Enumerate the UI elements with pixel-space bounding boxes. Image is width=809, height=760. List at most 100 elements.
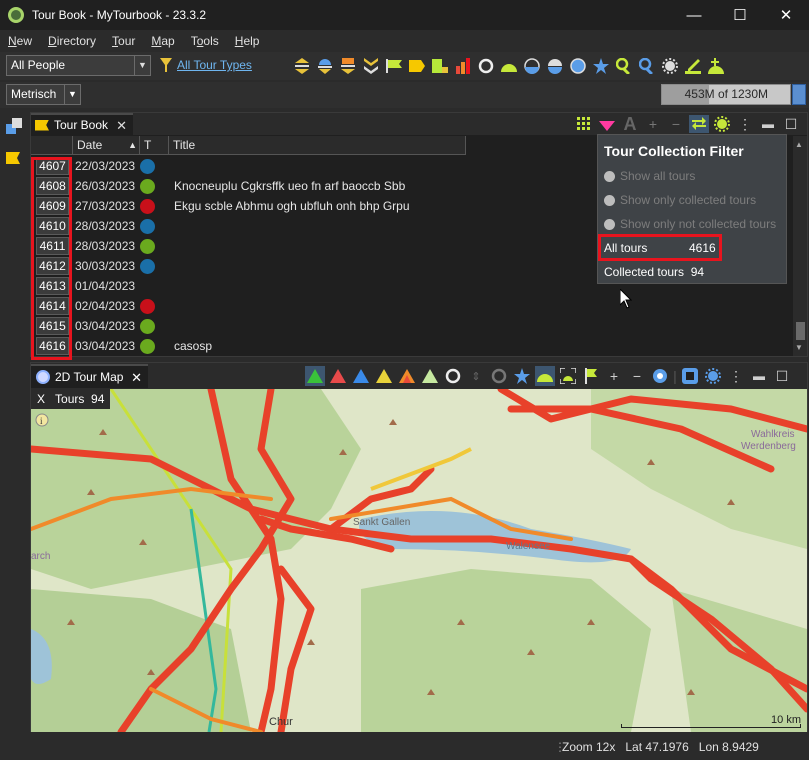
zoom-out-icon[interactable]: − [627,366,647,386]
minus-icon[interactable]: − [666,115,686,133]
tab-2d-tour-map[interactable]: 2D Tour Map ✕ [31,364,148,388]
search-icon[interactable] [637,56,657,76]
vertical-scrollbar[interactable]: ▲ ▼ [793,136,807,356]
graph-altitude-icon[interactable] [305,366,325,386]
half-circle-icon[interactable] [522,56,542,76]
map-canvas[interactable]: Sankt Gallen Walensee Wahlkreis Werdenbe… [31,389,807,732]
measurement-select[interactable]: Metrisch ▼ [6,84,81,105]
table-row[interactable]: 4616 03/04/2023 casosp [31,336,791,356]
graph-gradient-icon[interactable] [397,366,417,386]
search-marker-icon[interactable] [614,56,634,76]
tour-type-filter-icon[interactable] [160,58,172,72]
sync-slider-icon[interactable]: ⇕ [466,366,486,386]
sync-tour-icon[interactable] [581,366,601,386]
zoom-in-icon[interactable]: + [604,366,624,386]
radio-icon [604,170,615,182]
marker-icon[interactable] [430,56,450,76]
tab-tour-book[interactable]: Tour Book ✕ [31,113,133,135]
radio-show-collected[interactable]: Show only collected tours [604,193,756,207]
column-type[interactable]: T [140,136,169,155]
place-label: Wahlkreis [751,429,795,440]
gear-icon[interactable] [712,115,732,133]
tour-table-header: Date ▲ T Title [31,136,466,155]
secondary-toolbar: Metrisch ▼ 453M of 1230M [0,82,809,108]
zoom-fit-icon[interactable] [558,366,578,386]
column-title[interactable]: Title [169,136,466,155]
graph-pulse-icon[interactable] [328,366,348,386]
scroll-down-icon[interactable]: ▼ [795,343,803,352]
minimize-button[interactable]: — [671,0,717,30]
close-icon[interactable]: ✕ [131,370,142,386]
statistics-icon[interactable] [453,56,473,76]
maximize-view-icon[interactable]: ☐ [781,115,801,133]
view-menu-icon[interactable]: ⋮ [735,115,755,133]
link-selection-icon[interactable] [689,115,709,133]
sync-map-icon[interactable] [535,366,555,386]
column-id[interactable] [31,136,73,155]
tour-type-icon [140,299,155,314]
maximize-button[interactable]: ☐ [717,0,763,30]
garbage-collect-button[interactable] [792,84,806,105]
tag-icon[interactable] [407,56,427,76]
collapse-all-icon[interactable] [292,56,312,76]
info-icon[interactable]: i [35,413,49,427]
column-layout-icon[interactable] [574,115,594,133]
graph-hr-zone-icon[interactable] [420,366,440,386]
ring-icon[interactable] [476,56,496,76]
maximize-view-icon[interactable]: ☐ [772,366,792,386]
tour-book-flag-icon[interactable] [6,150,22,166]
ring-icon[interactable] [443,366,463,386]
tab-label: Tour Book [54,118,109,132]
map-tiles[interactable]: Sankt Gallen Walensee Wahlkreis Werdenbe… [31,389,807,732]
tour-type-icon [140,219,155,234]
radio-show-not-collected[interactable]: Show only not collected tours [604,217,776,231]
column-date[interactable]: Date ▲ [73,136,140,155]
place-label: Werdenberg [741,441,796,452]
edit-icon[interactable] [683,56,703,76]
perspective-icon[interactable] [6,118,22,134]
close-icon[interactable]: ✕ [116,118,127,134]
gear-icon[interactable] [660,56,680,76]
menu-directory[interactable]: Directory [40,34,104,48]
tour-types-link[interactable]: All Tour Types [177,58,252,72]
tour-date-cell: 03/04/2023 [75,319,136,333]
year-view-icon[interactable] [315,56,335,76]
scrollbar-thumb[interactable] [796,322,805,340]
sun-dome-icon[interactable] [545,56,565,76]
people-select[interactable]: All People ▼ [6,55,151,76]
font-icon[interactable]: A [620,114,640,134]
ring-disabled-icon[interactable] [489,366,509,386]
graph-pace-icon[interactable] [374,366,394,386]
add-tour-icon[interactable] [706,56,726,76]
graph-speed-icon[interactable] [351,366,371,386]
month-view-icon[interactable] [338,56,358,76]
globe-icon[interactable] [568,56,588,76]
table-row[interactable]: 4615 03/04/2023 [31,316,791,336]
expand-all-icon[interactable] [361,56,381,76]
elevation-up-icon[interactable] [499,56,519,76]
close-button[interactable]: ✕ [763,0,809,30]
star-icon[interactable] [591,56,611,76]
memory-indicator: 453M of 1230M [661,84,791,105]
menu-help[interactable]: Help [227,34,268,48]
menu-tour[interactable]: Tour [104,34,143,48]
flag-icon[interactable] [384,56,404,76]
minimize-view-icon[interactable]: ▬ [749,366,769,386]
menu-map[interactable]: Map [143,34,182,48]
info-close-button[interactable]: X [37,392,45,406]
menu-new[interactable]: New [0,34,40,48]
center-icon[interactable] [650,366,670,386]
scroll-up-icon[interactable]: ▲ [795,140,803,149]
table-row[interactable]: 4614 02/04/2023 [31,296,791,316]
plus-icon[interactable]: + [643,115,663,133]
minimize-view-icon[interactable]: ▬ [758,115,778,133]
map-provider-icon[interactable] [680,366,700,386]
gear-icon[interactable] [703,366,723,386]
menu-tools[interactable]: Tools [183,34,227,48]
collection-filter-icon[interactable] [597,115,617,133]
star-icon[interactable] [512,366,532,386]
view-menu-icon[interactable]: ⋮ [726,366,746,386]
tour-title-cell: Ekgu scble Abhmu ogh ubfluh onh bhp Grpu [174,199,410,213]
flag-icon [35,119,49,131]
radio-show-all[interactable]: Show all tours [604,169,695,183]
